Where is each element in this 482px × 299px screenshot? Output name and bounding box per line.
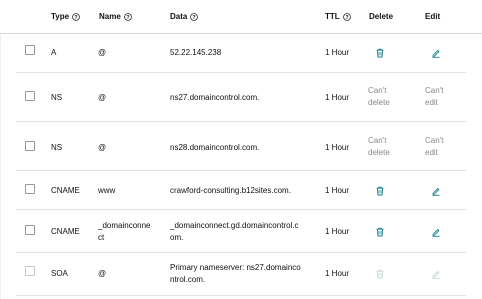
table-header: Type ? Name ? Data ? TTL ? Delete Edit [0, 0, 482, 34]
record-type: SOA [51, 269, 68, 278]
pencil-icon[interactable] [431, 186, 441, 196]
cant-edit-line-1: Can't [425, 136, 444, 145]
record-data: 52.22.145.238 [170, 48, 222, 57]
cant-edit-label: Can't edit [425, 135, 443, 159]
header-delete: Delete [369, 12, 394, 21]
header-name-label: Name [99, 12, 121, 21]
cant-edit-label: Can't edit [425, 85, 443, 109]
record-ttl: 1 Hour [325, 186, 350, 195]
trash-icon[interactable] [375, 227, 385, 237]
record-type: NS [51, 93, 63, 102]
record-data-line-1: Primary nameserver: ns27.domainco [170, 263, 301, 272]
record-name: @ [98, 269, 107, 278]
record-ttl: 1 Hour [325, 48, 350, 57]
pencil-icon[interactable] [431, 227, 441, 237]
row-checkbox[interactable] [25, 141, 35, 151]
cant-delete-label: Can't delete [368, 135, 390, 159]
record-data: Primary nameserver: ns27.domainco ntrol.… [170, 262, 301, 286]
dns-records-table: Type ? Name ? Data ? TTL ? Delete Edit A… [0, 0, 482, 299]
row-checkbox[interactable] [25, 225, 35, 235]
pencil-icon[interactable] [431, 48, 441, 58]
trash-icon[interactable] [375, 186, 385, 196]
record-name: www [98, 186, 116, 195]
record-ttl: 1 Hour [325, 227, 350, 236]
row-checkbox[interactable] [25, 184, 35, 194]
header-ttl[interactable]: TTL ? [325, 12, 351, 21]
record-data: crawford-consulting.b12sites.com. [170, 186, 291, 195]
info-icon[interactable]: ? [342, 12, 351, 21]
cant-delete-label: Can't delete [368, 85, 390, 109]
trash-icon [375, 269, 385, 279]
cant-delete-line-1: Can't [368, 86, 387, 95]
record-name: @ [98, 143, 107, 152]
cant-edit-line-1: Can't [425, 86, 444, 95]
cant-edit-line-2: edit [425, 148, 438, 157]
record-type: CNAME [51, 227, 80, 236]
row-checkbox[interactable] [25, 266, 35, 276]
cant-edit-line-2: edit [425, 98, 438, 107]
info-icon[interactable]: ? [72, 12, 80, 21]
record-name: _domainconne ct [98, 220, 150, 244]
pencil-icon [431, 269, 441, 279]
record-data-line-2: ntrol.com. [170, 275, 206, 284]
header-edit: Edit [425, 12, 441, 21]
header-ttl-label: TTL [325, 12, 340, 21]
record-type: A [51, 48, 57, 57]
svg-text:?: ? [345, 15, 348, 21]
record-ttl: 1 Hour [325, 269, 350, 278]
row-checkbox[interactable] [25, 91, 35, 101]
record-ttl: 1 Hour [325, 143, 350, 152]
table-row: A @ 52.22.145.238 1 Hour [16, 34, 466, 73]
record-type: CNAME [51, 186, 80, 195]
header-name[interactable]: Name ? [99, 12, 132, 21]
header-data[interactable]: Data ? [170, 12, 199, 21]
record-ttl: 1 Hour [325, 93, 350, 102]
record-data-line-1: _domainconnect.gd.domaincontrol.c [170, 221, 299, 230]
info-icon[interactable]: ? [123, 12, 132, 21]
info-icon[interactable]: ? [190, 12, 199, 21]
svg-text:?: ? [193, 15, 196, 21]
record-data-line-2: om. [170, 233, 184, 242]
record-data: _domainconnect.gd.domaincontrol.c om. [170, 220, 299, 244]
record-name-line-2: ct [98, 233, 105, 242]
record-name: @ [98, 93, 107, 102]
svg-text:?: ? [126, 15, 129, 21]
row-checkbox[interactable] [25, 45, 35, 55]
table-row: NS @ ns28.domaincontrol.com. 1 Hour Can'… [16, 122, 466, 171]
table-row: CNAME www crawford-consulting.b12sites.c… [16, 171, 466, 210]
table-row: CNAME _domainconne ct _domainconnect.gd.… [16, 210, 466, 253]
cant-delete-line-2: delete [368, 148, 390, 157]
header-data-label: Data [170, 12, 188, 21]
record-data: ns27.domaincontrol.com. [170, 93, 260, 102]
table-left-edge [0, 33, 1, 299]
cant-delete-line-1: Can't [368, 136, 387, 145]
cant-delete-line-2: delete [368, 98, 390, 107]
header-type[interactable]: Type ? [51, 12, 80, 21]
table-row: SOA @ Primary nameserver: ns27.domainco … [16, 253, 466, 296]
record-data: ns28.domaincontrol.com. [170, 143, 260, 152]
record-name: @ [98, 48, 107, 57]
header-type-label: Type [51, 12, 70, 21]
trash-icon[interactable] [375, 48, 385, 58]
record-name-line-1: _domainconne [98, 221, 151, 230]
table-row: NS @ ns27.domaincontrol.com. 1 Hour Can'… [16, 73, 466, 122]
svg-text:?: ? [74, 15, 77, 21]
record-type: NS [51, 143, 63, 152]
